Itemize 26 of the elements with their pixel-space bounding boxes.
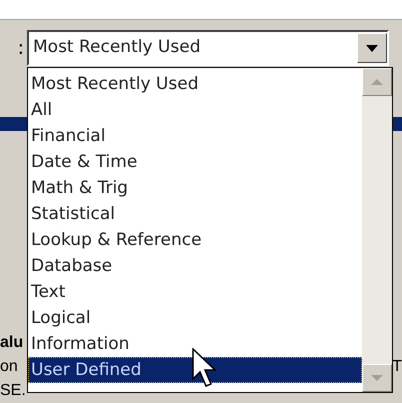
mouse-pointer-icon xyxy=(192,348,218,390)
list-option[interactable]: Financial xyxy=(28,123,362,149)
field-label: : xyxy=(16,36,25,61)
scrollbar[interactable] xyxy=(362,68,392,392)
list-option[interactable]: Most Recently Used xyxy=(28,71,362,97)
list-option[interactable]: Information xyxy=(28,331,362,357)
scroll-up-button[interactable] xyxy=(362,68,392,96)
body-text: SE. xyxy=(0,381,26,401)
body-text: on xyxy=(0,357,18,377)
list-option[interactable]: Statistical xyxy=(28,201,362,227)
dropdown-button[interactable] xyxy=(357,33,387,63)
list-option[interactable]: Text xyxy=(28,279,362,305)
down-arrow-icon xyxy=(371,375,383,381)
body-text: T xyxy=(392,357,402,377)
list-option[interactable]: Lookup & Reference xyxy=(28,227,362,253)
up-arrow-icon xyxy=(371,79,383,85)
caret-icon xyxy=(366,44,378,52)
list-option[interactable]: Database xyxy=(28,253,362,279)
scroll-down-button[interactable] xyxy=(362,364,392,392)
section-heading: alu xyxy=(0,333,24,353)
list-option[interactable]: Math & Trig xyxy=(28,175,362,201)
list-option[interactable]: All xyxy=(28,97,362,123)
list-option[interactable]: Date & Time xyxy=(28,149,362,175)
list-option[interactable]: User Defined xyxy=(28,357,362,383)
category-dropdown[interactable]: Most Recently Used xyxy=(27,30,389,66)
list-option[interactable]: Logical xyxy=(28,305,362,331)
